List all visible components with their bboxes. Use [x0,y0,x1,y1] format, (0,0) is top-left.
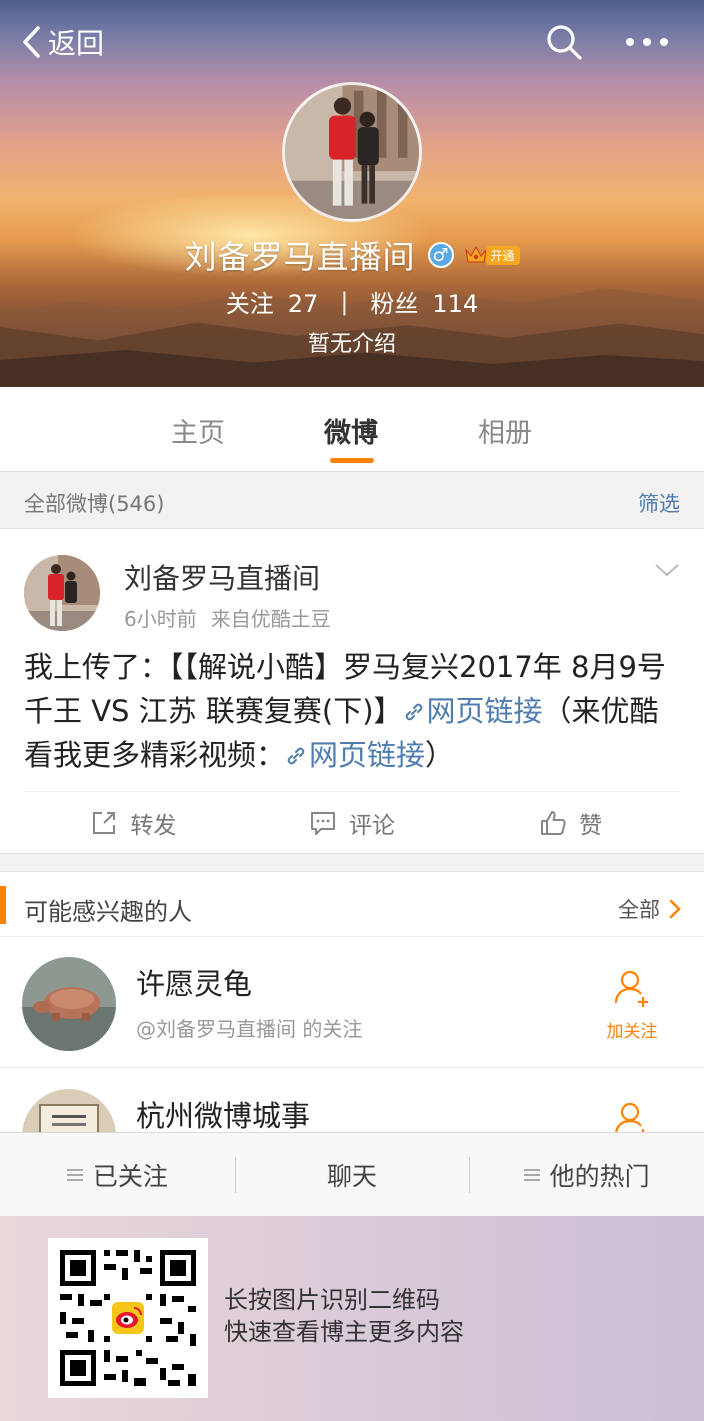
vip-badge[interactable]: 开通 [464,244,520,266]
post-meta: 6小时前 来自优酷土豆 [124,603,331,632]
add-follow-label: 加关注 [606,1022,658,1042]
section-title: 可能感兴趣的人 [24,898,192,926]
add-follow-button[interactable]: 加关注 [600,967,664,1042]
add-follow-button[interactable] [600,1099,664,1133]
qr-code-image [48,1238,208,1398]
person-name[interactable]: 杭州微博城事 [136,1093,310,1133]
see-all-button[interactable]: 全部 [618,894,682,924]
qr-code[interactable] [48,1238,208,1398]
suggested-people: 可能感兴趣的人 全部 许愿灵龟 @刘备罗马直播间 的关注 加关注 杭州微博城事 [0,871,704,1133]
web-link[interactable]: 网页链接 [403,694,543,728]
hot-posts-label: 他的热门 [549,1162,650,1191]
chevron-right-icon [669,899,681,919]
following-stat[interactable]: 关注 27 [226,284,319,319]
comment-label: 评论 [349,813,395,839]
link-icon [405,703,422,721]
fans-count: 114 [432,290,479,318]
chevron-down-icon[interactable] [654,561,680,579]
weibo-count-summary: 全部微博(546) [24,492,165,516]
qr-footer: 长按图片识别二维码 快速查看博主更多内容 [0,1216,704,1421]
suggested-person[interactable]: 杭州微博城事 [0,1069,704,1133]
turtle-avatar-image [22,957,116,1051]
person-avatar[interactable] [22,1089,116,1133]
crown-icon [464,245,487,263]
filter-button[interactable]: 筛选 [638,488,680,518]
web-link-label: 网页链接 [309,738,426,772]
web-link-label: 网页链接 [426,694,543,728]
profile-name: 刘备罗马直播间 [184,238,416,276]
profile-stats: 关注 27 | 粉丝 114 [0,284,704,319]
tab-home[interactable]: 主页 [171,411,225,450]
profile-name-row: 刘备罗马直播间 ♂ 开通 [0,232,704,278]
see-all-label: 全部 [618,898,660,922]
profile-avatar[interactable] [282,82,422,222]
bottom-toolbar: 已关注 聊天 他的热门 [0,1132,704,1218]
avatar-photo [24,555,100,631]
menu-icon [66,1169,83,1181]
repost-icon [93,812,116,834]
more-options-icon[interactable] [624,28,670,56]
post-source: 来自优酷土豆 [210,607,331,631]
post-text-end: ） [425,738,455,772]
repost-button[interactable]: 转发 [24,792,243,854]
repost-label: 转发 [130,813,177,839]
back-button[interactable]: 返回 [20,22,104,62]
suggested-person[interactable]: 许愿灵龟 @刘备罗马直播间 的关注 加关注 [0,937,704,1068]
profile-banner: 返回 刘备罗马直播间 ♂ 开通 关注 27 | 粉丝 114 暂无介绍 [0,0,704,387]
qr-instruction-line: 长按图片识别二维码 [224,1286,440,1314]
chat-button[interactable]: 聊天 [234,1133,470,1217]
tab-album[interactable]: 相册 [478,411,532,450]
scroll-avatar-image [22,1089,116,1133]
post-time: 6小时前 [124,607,197,631]
menu-icon [523,1169,540,1181]
fans-label: 粉丝 [370,290,419,318]
avatar-photo [285,85,419,219]
stats-divider: | [340,287,349,316]
chat-label: 聊天 [327,1162,378,1191]
search-icon[interactable] [544,22,584,62]
post-author-avatar[interactable] [24,555,100,631]
qr-instructions: 长按图片识别二维码 快速查看博主更多内容 [224,1284,464,1348]
add-user-icon [614,970,648,1007]
fans-stat[interactable]: 粉丝 114 [370,284,478,319]
followed-label: 已关注 [92,1162,168,1191]
weibo-post-card: 刘备罗马直播间 6小时前 来自优酷土豆 我上传了：【【解说小酷】罗马复兴2017年… [0,529,704,854]
filter-bar: 全部微博(546) 筛选 [0,472,704,529]
link-icon [287,747,305,765]
following-count: 27 [287,290,319,318]
vip-open-label: 开通 [485,245,520,265]
section-accent-bar [0,886,6,924]
web-link[interactable]: 网页链接 [285,738,425,772]
post-body: 我上传了：【【解说小酷】罗马复兴2017年 8月9号 千王 VS 江苏 联赛复赛… [24,645,680,777]
profile-intro: 暂无介绍 [307,332,396,357]
male-gender-icon: ♂ [427,242,454,268]
post-author-name[interactable]: 刘备罗马直播间 [124,557,320,597]
active-tab-indicator [330,458,374,463]
like-button[interactable]: 赞 [461,792,680,854]
back-label: 返回 [48,27,105,60]
qr-instruction-line: 快速查看博主更多内容 [224,1318,464,1346]
hot-posts-button[interactable]: 他的热门 [469,1133,704,1217]
tab-weibo[interactable]: 微博 [324,411,378,450]
comment-button[interactable]: 评论 [243,792,462,854]
chevron-left-icon [23,26,40,58]
like-label: 赞 [579,813,603,839]
person-subtitle: @刘备罗马直播间 的关注 [136,1017,363,1041]
post-actions: 转发 评论 赞 [24,791,680,854]
thumbs-up-icon [541,811,566,835]
followed-button[interactable]: 已关注 [0,1133,235,1217]
comment-icon [311,812,335,835]
person-avatar[interactable] [22,957,116,1051]
add-user-icon [615,1102,648,1133]
suggested-people-header: 可能感兴趣的人 全部 [0,871,704,937]
following-label: 关注 [225,290,274,318]
person-name[interactable]: 许愿灵龟 [136,961,252,1003]
